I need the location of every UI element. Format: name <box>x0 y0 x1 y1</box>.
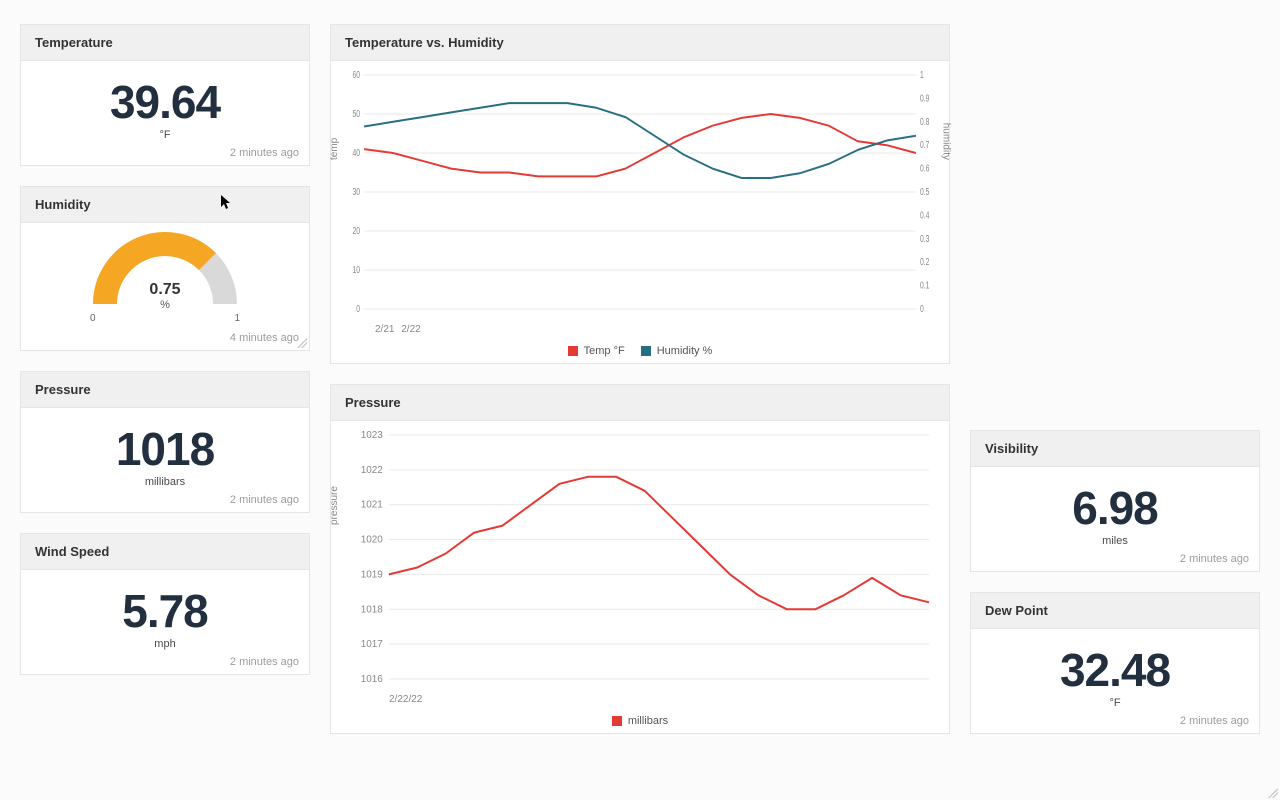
svg-text:1019: 1019 <box>361 569 384 580</box>
svg-text:0.8: 0.8 <box>920 115 930 127</box>
temperature-body: 39.64 °F <box>21 61 309 143</box>
svg-text:50: 50 <box>352 108 360 120</box>
svg-text:1: 1 <box>920 69 924 80</box>
svg-text:0.2: 0.2 <box>920 256 930 268</box>
dewpoint-title: Dew Point <box>971 593 1259 629</box>
svg-text:0: 0 <box>920 303 924 315</box>
temperature-title: Temperature <box>21 25 309 61</box>
svg-text:1017: 1017 <box>361 639 384 650</box>
humidity-value: 0.75 <box>149 281 180 299</box>
svg-text:0.9: 0.9 <box>920 92 930 104</box>
visibility-footer: 2 minutes ago <box>971 549 1259 571</box>
temperature-unit: °F <box>25 129 305 141</box>
svg-text:1016: 1016 <box>361 674 384 685</box>
visibility-body: 6.98 miles <box>971 467 1259 549</box>
pressure-metric-footer: 2 minutes ago <box>21 490 309 512</box>
windspeed-card[interactable]: Wind Speed 5.78 mph 2 minutes ago <box>20 533 310 675</box>
temp-humidity-svg: 0 10 20 30 40 50 60 0 0.1 0.2 0.3 0.4 0.5 0.6 0.7 0.8 0.… <box>341 69 939 319</box>
humidity-body: 0.75 % 0 1 <box>21 223 309 328</box>
visibility-unit: miles <box>975 535 1255 547</box>
th-xtick-0: 2/21 <box>375 324 394 335</box>
pressure-legend-label: millibars <box>628 715 668 727</box>
svg-text:60: 60 <box>352 69 360 80</box>
svg-text:0.3: 0.3 <box>920 232 930 244</box>
svg-text:0: 0 <box>356 303 360 315</box>
pressure-xtick: 2/22/22 <box>389 694 422 705</box>
windspeed-body: 5.78 mph <box>21 570 309 652</box>
dewpoint-body: 32.48 °F <box>971 629 1259 711</box>
windspeed-value: 5.78 <box>25 588 305 634</box>
dewpoint-unit: °F <box>975 697 1255 709</box>
th-legend-humidity-label: Humidity % <box>657 345 713 357</box>
humidity-title: Humidity <box>21 187 309 223</box>
windspeed-title: Wind Speed <box>21 534 309 570</box>
svg-text:0.7: 0.7 <box>920 139 930 151</box>
windspeed-unit: mph <box>25 638 305 650</box>
th-xtick-1: 2/22 <box>401 324 420 335</box>
svg-text:0.5: 0.5 <box>920 186 930 198</box>
svg-text:1021: 1021 <box>361 500 384 511</box>
th-ylabel-left: temp <box>329 138 340 160</box>
pressure-metric-title: Pressure <box>21 372 309 408</box>
pressure-legend: millibars <box>331 709 949 733</box>
svg-text:0.4: 0.4 <box>920 209 930 221</box>
temp-humidity-body: temp humidity 0 10 20 30 40 50 60 0 0.1 0.2 0.3 0.4… <box>331 61 949 339</box>
temperature-card[interactable]: Temperature 39.64 °F 2 minutes ago <box>20 24 310 166</box>
visibility-value: 6.98 <box>975 485 1255 531</box>
pressure-metric-card[interactable]: Pressure 1018 millibars 2 minutes ago <box>20 371 310 513</box>
pressure-metric-value: 1018 <box>25 426 305 472</box>
svg-text:20: 20 <box>352 225 360 237</box>
middle-column: Temperature vs. Humidity temp humidity 0… <box>330 24 950 734</box>
svg-text:1022: 1022 <box>361 465 384 476</box>
th-legend-temp-label: Temp °F <box>584 345 625 357</box>
pressure-ylabel: pressure <box>329 486 340 525</box>
visibility-card[interactable]: Visibility 6.98 miles 2 minutes ago <box>970 430 1260 572</box>
swatch-icon <box>641 346 651 356</box>
pressure-metric-unit: millibars <box>25 476 305 488</box>
svg-text:1018: 1018 <box>361 604 384 615</box>
svg-text:30: 30 <box>352 186 360 198</box>
swatch-icon <box>568 346 578 356</box>
pressure-chart-title: Pressure <box>331 385 949 421</box>
svg-text:0.6: 0.6 <box>920 162 930 174</box>
dewpoint-value: 32.48 <box>975 647 1255 693</box>
resize-handle-icon[interactable] <box>1268 788 1278 798</box>
temperature-value: 39.64 <box>25 79 305 125</box>
svg-text:10: 10 <box>352 264 360 276</box>
resize-handle-icon[interactable] <box>297 338 307 348</box>
pressure-legend-item: millibars <box>612 715 668 727</box>
pressure-chart-body: pressure 1016 1017 1018 1019 1020 1021 1022 102… <box>331 421 949 709</box>
swatch-icon <box>612 716 622 726</box>
humidity-footer: 4 minutes ago <box>21 328 309 350</box>
svg-text:1023: 1023 <box>361 430 384 441</box>
temperature-footer: 2 minutes ago <box>21 143 309 165</box>
dewpoint-footer: 2 minutes ago <box>971 711 1259 733</box>
humidity-scale: 0 1 <box>90 313 240 324</box>
dewpoint-card[interactable]: Dew Point 32.48 °F 2 minutes ago <box>970 592 1260 734</box>
visibility-title: Visibility <box>971 431 1259 467</box>
temp-humidity-chart-card[interactable]: Temperature vs. Humidity temp humidity 0… <box>330 24 950 364</box>
humidity-card[interactable]: Humidity 0.75 % 0 1 4 minutes ago <box>20 186 310 351</box>
humidity-min: 0 <box>90 313 96 324</box>
svg-text:40: 40 <box>352 147 360 159</box>
th-legend: Temp °F Humidity % <box>331 339 949 363</box>
pressure-metric-body: 1018 millibars <box>21 408 309 490</box>
humidity-max: 1 <box>234 313 240 324</box>
svg-text:1020: 1020 <box>361 535 384 546</box>
temp-humidity-title: Temperature vs. Humidity <box>331 25 949 61</box>
th-legend-temp: Temp °F <box>568 345 625 357</box>
th-legend-humidity: Humidity % <box>641 345 713 357</box>
pressure-chart-card[interactable]: Pressure pressure 1016101710181019102010… <box>330 384 950 734</box>
right-column: Visibility 6.98 miles 2 minutes ago Dew … <box>970 24 1260 734</box>
windspeed-footer: 2 minutes ago <box>21 652 309 674</box>
th-ylabel-right: humidity <box>940 123 951 160</box>
dashboard-grid: Temperature 39.64 °F 2 minutes ago Humid… <box>20 24 1260 754</box>
svg-text:0.1: 0.1 <box>920 279 930 291</box>
pressure-svg: 1016 1017 1018 1019 1020 1021 1022 1023 <box>341 429 939 689</box>
humidity-unit: % <box>149 299 180 311</box>
left-column: Temperature 39.64 °F 2 minutes ago Humid… <box>20 24 310 734</box>
